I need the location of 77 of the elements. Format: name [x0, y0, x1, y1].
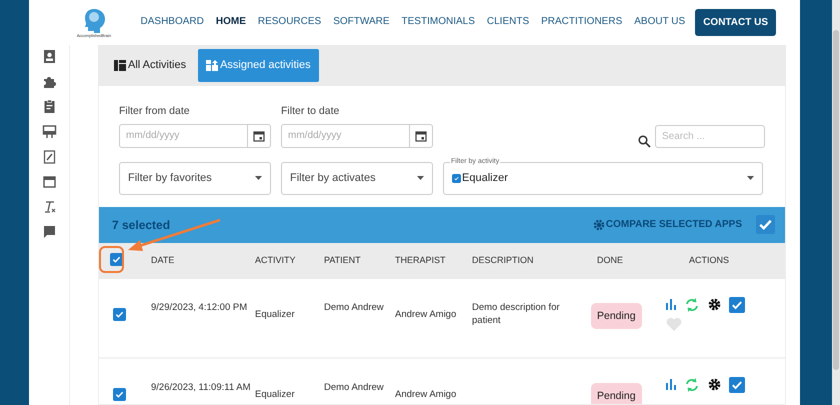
- table-cell: Demo Andrew: [324, 382, 384, 393]
- column-header: DESCRIPTION: [471, 254, 535, 268]
- column-header: DONE: [596, 254, 624, 268]
- date-field[interactable]: mm/dd/yyyy: [119, 124, 271, 148]
- table-cell: Demo Andrew: [324, 302, 384, 313]
- contact-button[interactable]: CONTACT US: [695, 9, 776, 36]
- column-header: ACTIONS: [688, 254, 730, 268]
- caret-icon: [417, 176, 424, 180]
- clipboard-pencil-icon[interactable]: [42, 149, 56, 164]
- select-field[interactable]: Filter by activates: [281, 162, 433, 195]
- contact-card-icon[interactable]: [42, 49, 56, 64]
- table-cell: Andrew Amigo: [395, 388, 456, 400]
- checkmark-icon: [454, 176, 459, 181]
- tab[interactable]: All Activities: [108, 51, 192, 80]
- select-toggle-checkbox[interactable]: [756, 215, 775, 234]
- date-field[interactable]: mm/dd/yyyy: [281, 124, 433, 148]
- column-header: PATIENT: [323, 254, 362, 268]
- comment-icon[interactable]: [42, 224, 56, 239]
- date-cell: 9/29/2023, 4:12:00 PM: [151, 302, 248, 313]
- row-checkbox[interactable]: [113, 388, 126, 401]
- option-checkbox[interactable]: [452, 174, 461, 183]
- select-placeholder: Filter by activates: [290, 171, 376, 186]
- stacked-blocks-icon: [206, 60, 218, 71]
- done-checkbox[interactable]: [729, 296, 745, 313]
- checkmark-icon: [731, 298, 743, 311]
- nav-link[interactable]: TESTIMONIALS: [396, 14, 481, 31]
- search-icon: [638, 134, 651, 148]
- puzzle-icon[interactable]: [42, 74, 56, 89]
- search-field[interactable]: Search ...: [655, 124, 765, 148]
- nav-link[interactable]: PRACTITIONERS: [535, 14, 628, 31]
- presentation-board-icon[interactable]: [42, 124, 56, 139]
- field-label: Filter to date: [281, 104, 340, 119]
- brain-head-logo: [83, 8, 105, 34]
- nav-link[interactable]: ABOUT US: [628, 14, 692, 31]
- checkmark-icon: [731, 378, 743, 391]
- table-cell: Andrew Amigo: [395, 308, 456, 320]
- checkmark-icon: [112, 255, 121, 264]
- gear-icon[interactable]: [708, 378, 721, 392]
- nav-link[interactable]: CLIENTS: [480, 14, 536, 31]
- table-cell: Equalizer: [255, 308, 295, 320]
- selected-count: 7 selected: [112, 216, 170, 234]
- nav-link[interactable]: RESOURCES: [252, 14, 328, 31]
- caret-icon: [747, 176, 754, 180]
- checkmark-icon: [758, 217, 773, 232]
- scrollbar[interactable]: [832, 0, 840, 405]
- table-cell: Equalizer: [255, 388, 295, 400]
- date-cell: 9/26/2023, 11:09:11 AM: [151, 382, 250, 393]
- status-badge: Pending: [591, 302, 642, 330]
- nav-link[interactable]: HOME: [210, 14, 252, 31]
- select-field[interactable]: Filter by favorites: [119, 162, 271, 195]
- nav-link[interactable]: SOFTWARE: [327, 14, 396, 31]
- grid-layout-icon: [114, 60, 126, 71]
- gear-icon[interactable]: [708, 298, 721, 312]
- caret-icon: [255, 176, 262, 180]
- checkmark-icon: [115, 310, 124, 319]
- nav-link[interactable]: DASHBOARD: [134, 14, 210, 31]
- column-header: ACTIVITY: [254, 254, 297, 268]
- bar-chart-icon[interactable]: [666, 379, 676, 390]
- selected-value: Equalizer: [462, 171, 508, 186]
- field-label: Filter from date: [119, 104, 191, 119]
- calendar-icon[interactable]: [42, 174, 56, 189]
- row-checkbox[interactable]: [113, 308, 126, 321]
- calendar-icon[interactable]: [253, 130, 265, 142]
- status-badge: Pending: [591, 382, 642, 404]
- checkmark-icon: [115, 390, 124, 399]
- done-checkbox[interactable]: [729, 376, 745, 393]
- select-placeholder: Filter by favorites: [128, 171, 212, 186]
- column-header: THERAPIST: [394, 254, 447, 268]
- table-cell: Demo description for patient: [472, 302, 560, 326]
- clipboard-icon[interactable]: [42, 99, 56, 114]
- bar-chart-icon[interactable]: [666, 299, 676, 310]
- tab[interactable]: Assigned activities: [198, 49, 319, 82]
- calendar-icon[interactable]: [415, 130, 427, 142]
- highlight-frame: [99, 246, 124, 273]
- select-all-checkbox[interactable]: [110, 253, 123, 266]
- gear-icon: [592, 218, 605, 231]
- column-header: DATE: [150, 254, 176, 268]
